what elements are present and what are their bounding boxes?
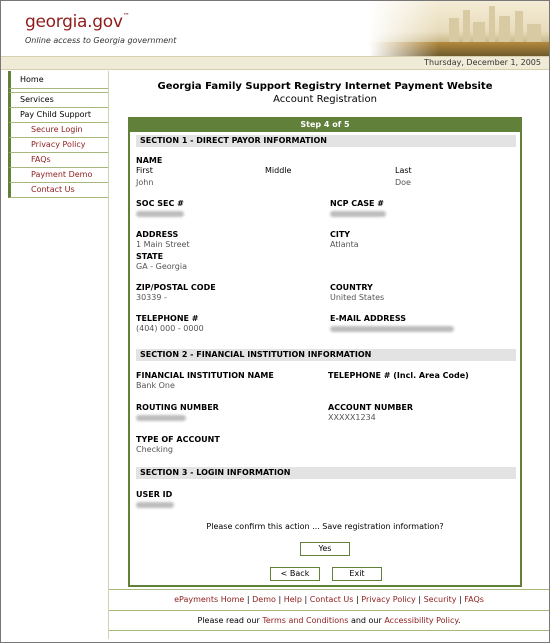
registration-review-panel: Step 4 of 5 SECTION 1 - DIRECT PAYOR INF… (128, 117, 522, 587)
notice-prefix: Please read our (197, 616, 260, 625)
last-name-label: Last (395, 166, 412, 175)
footer-link-security[interactable]: Security (424, 595, 457, 604)
routing-number-label: ROUTING NUMBER (136, 403, 219, 412)
address-label: ADDRESS (136, 230, 179, 239)
sidebar-nav: Home Services Pay Child Support Secure L… (8, 71, 108, 201)
exit-button[interactable]: Exit (332, 567, 382, 581)
account-number-label: ACCOUNT NUMBER (328, 403, 414, 412)
routing-number-redacted (136, 415, 186, 421)
footer-link-faqs[interactable]: FAQs (464, 595, 484, 604)
footer-separator: | (459, 595, 462, 604)
terms-and-conditions-link[interactable]: Terms and Conditions (262, 616, 348, 625)
first-name-value: John (136, 178, 154, 187)
content-divider (108, 71, 109, 639)
footer-link-contact-us[interactable]: Contact Us (310, 595, 354, 604)
telephone-value: (404) 000 - 0000 (136, 324, 204, 333)
step-indicator: Step 4 of 5 (130, 119, 520, 132)
logo-text: georgia.gov (25, 12, 123, 32)
footer-link-help[interactable]: Help (284, 595, 302, 604)
footer-separator: | (304, 595, 308, 604)
sidebar-item-secure-login[interactable]: Secure Login (8, 123, 108, 138)
city-label: CITY (330, 230, 351, 239)
sidebar-item-services[interactable]: Services (8, 93, 108, 108)
back-button[interactable]: < Back (270, 567, 320, 581)
yes-button[interactable]: Yes (300, 542, 350, 556)
footer-link-epayments-home[interactable]: ePayments Home (174, 595, 244, 604)
zip-label: ZIP/POSTAL CODE (136, 283, 216, 292)
account-number-value: XXXXX1234 (328, 413, 376, 422)
notice-and: and our (350, 616, 382, 625)
address-value: 1 Main Street (136, 240, 190, 249)
footer-rule-middle (109, 610, 549, 611)
page-title: Georgia Family Support Registry Internet… (157, 81, 493, 92)
city-value: Atlanta (330, 240, 359, 249)
notice-suffix: . (457, 616, 461, 625)
date-bar: Thursday, December 1, 2005 (1, 56, 549, 70)
account-type-value: Checking (136, 445, 173, 454)
footer-separator: | (246, 595, 250, 604)
footer-links: ePayments Home | Demo | Help | Contact U… (109, 595, 549, 604)
georgia-gov-logo[interactable]: georgia.gov™ (25, 12, 130, 32)
sidebar-item-contact-us[interactable]: Contact Us (8, 183, 108, 198)
logo-trademark: ™ (122, 12, 130, 20)
fi-name-label: FINANCIAL INSTITUTION NAME (136, 371, 274, 380)
footer-link-demo[interactable]: Demo (252, 595, 276, 604)
first-name-label: First (136, 166, 153, 175)
user-id-label: USER ID (136, 490, 173, 499)
middle-name-label: Middle (265, 166, 292, 175)
name-label: NAME (136, 156, 163, 165)
section-1-heading: SECTION 1 - DIRECT PAYOR INFORMATION (136, 135, 516, 147)
state-label: STATE (136, 252, 164, 261)
country-label: COUNTRY (330, 283, 373, 292)
section-2-heading: SECTION 2 - FINANCIAL INSTITUTION INFORM… (136, 349, 516, 361)
last-name-value: Doe (395, 178, 411, 187)
footer-rule-bottom (109, 630, 549, 631)
ssn-redacted (136, 211, 184, 217)
sidebar-item-home[interactable]: Home (8, 71, 108, 89)
logo-tagline: Online access to Georgia government (25, 36, 177, 45)
site-header: georgia.gov™ Online access to Georgia go… (1, 1, 549, 56)
user-id-redacted (136, 502, 174, 508)
footer-separator: | (278, 595, 282, 604)
footer-notice: Please read our Terms and Conditions and… (109, 616, 549, 625)
sidebar-item-privacy-policy[interactable]: Privacy Policy (8, 138, 108, 153)
footer-separator: | (418, 595, 422, 604)
telephone-label: TELEPHONE # (136, 314, 199, 323)
footer-separator: | (356, 595, 359, 604)
current-date: Thursday, December 1, 2005 (424, 58, 541, 67)
fi-telephone-label: TELEPHONE # (Incl. Area Code) (328, 371, 469, 380)
footer-link-privacy-policy[interactable]: Privacy Policy (361, 595, 416, 604)
fi-name-value: Bank One (136, 381, 175, 390)
account-type-label: TYPE OF ACCOUNT (136, 435, 220, 444)
accessibility-policy-link[interactable]: Accessibility Policy (384, 616, 458, 625)
section-3-heading: SECTION 3 - LOGIN INFORMATION (136, 467, 516, 479)
confirm-message: Please confirm this action ... Save regi… (206, 522, 444, 531)
state-value: GA - Georgia (136, 262, 188, 271)
zip-value: 30339 - (136, 293, 167, 302)
sidebar-item-faqs[interactable]: FAQs (8, 153, 108, 168)
sidebar-item-payment-demo[interactable]: Payment Demo (8, 168, 108, 183)
email-redacted (330, 326, 454, 332)
atlanta-skyline-image (369, 1, 549, 56)
sidebar-item-pay-child-support[interactable]: Pay Child Support (8, 108, 108, 123)
page-subtitle: Account Registration (273, 94, 377, 105)
ssn-label: SOC SEC # (136, 199, 184, 208)
country-value: United States (330, 293, 385, 302)
ncp-case-redacted (330, 211, 386, 217)
email-label: E-MAIL ADDRESS (330, 314, 407, 323)
footer-rule-top (109, 589, 549, 590)
ncp-case-label: NCP CASE # (330, 199, 384, 208)
